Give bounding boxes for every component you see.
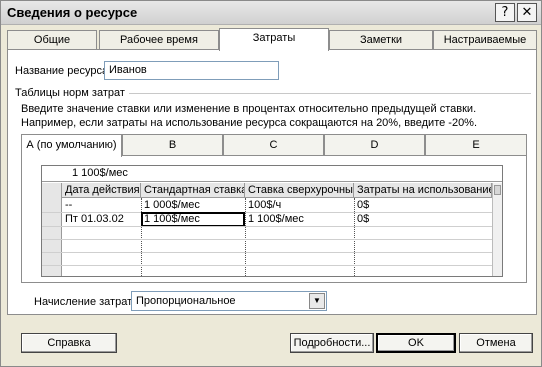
tab-rate-c[interactable]: C [223, 134, 324, 156]
cost-accrual-select[interactable]: Пропорциональное ▼ [131, 291, 327, 311]
row-divider [42, 239, 492, 240]
grid-scrollbar[interactable] [492, 183, 502, 276]
tab-rate-e[interactable]: E [425, 134, 527, 156]
resource-info-dialog: Сведения о ресурсе ? ✕ Общие Рабочее вре… [0, 0, 542, 367]
cancel-button[interactable]: Отмена [459, 333, 533, 353]
tab-costs[interactable]: Затраты [219, 28, 329, 51]
cost-accrual-value: Пропорциональное [136, 295, 236, 307]
table-cell[interactable]: 100$/ч [245, 199, 354, 212]
column-header-standard-rate[interactable]: Стандартная ставка [141, 183, 245, 198]
cost-accrual-label: Начисление затрат: [34, 296, 136, 308]
tab-rate-a[interactable]: А (по умолчанию) [21, 134, 122, 157]
tab-custom-fields[interactable]: Настраиваемые поля [433, 30, 537, 64]
scrollbar-thumb[interactable] [494, 185, 501, 195]
tab-rate-b[interactable]: B [122, 134, 223, 156]
table-cell[interactable]: -- [62, 199, 141, 212]
table-cell[interactable]: 0$ [354, 199, 492, 212]
selected-cell[interactable]: 1 100$/мес [141, 212, 245, 227]
tab-notes[interactable]: Заметки [329, 30, 433, 50]
row-divider [42, 265, 492, 266]
chevron-down-icon[interactable]: ▼ [309, 293, 325, 309]
details-button[interactable]: Подробности... [290, 333, 374, 353]
resource-name-field[interactable]: Иванов [104, 61, 279, 80]
tab-general[interactable]: Общие [7, 30, 97, 50]
row-divider [42, 252, 492, 253]
resource-name-label: Название ресурса: [15, 65, 112, 77]
rates-hint-text: Введите значение ставки или изменение в … [21, 103, 478, 129]
column-header-effective-date[interactable]: Дата действия [62, 183, 141, 198]
close-icon[interactable]: ✕ [517, 3, 537, 22]
table-cell[interactable]: Пт 01.03.02 [62, 213, 141, 226]
help-button[interactable]: Справка [21, 333, 117, 353]
table-cell[interactable]: 1 100$/мес [245, 213, 354, 226]
column-header-overtime-rate[interactable]: Ставка сверхурочных [245, 183, 354, 198]
dialog-tabs: Общие Рабочее время Затраты Заметки Наст… [7, 28, 537, 64]
rates-group-label: Таблицы норм затрат [15, 87, 129, 99]
tab-rate-d[interactable]: D [324, 134, 425, 156]
rate-table-tabs: А (по умолчанию) B C D E [21, 134, 527, 157]
row-header-column [42, 183, 62, 276]
ok-button[interactable]: OK [376, 333, 456, 353]
help-icon[interactable]: ? [495, 3, 515, 22]
row-divider [42, 226, 492, 227]
column-header-per-use-cost[interactable]: Затраты на использование [354, 183, 492, 198]
table-cell[interactable]: 0$ [354, 213, 492, 226]
rates-grid: 1 100$/мес Дата действия Стандартная ста… [41, 165, 503, 277]
cell-edit-value: 1 100$/мес [72, 167, 128, 179]
dialog-title: Сведения о ресурсе [7, 5, 138, 20]
cell-edit-bar[interactable]: 1 100$/мес [42, 166, 502, 182]
tab-working-time[interactable]: Рабочее время [99, 30, 219, 50]
title-bar: Сведения о ресурсе ? ✕ [1, 1, 541, 25]
table-cell[interactable]: 1 000$/мес [141, 199, 245, 212]
